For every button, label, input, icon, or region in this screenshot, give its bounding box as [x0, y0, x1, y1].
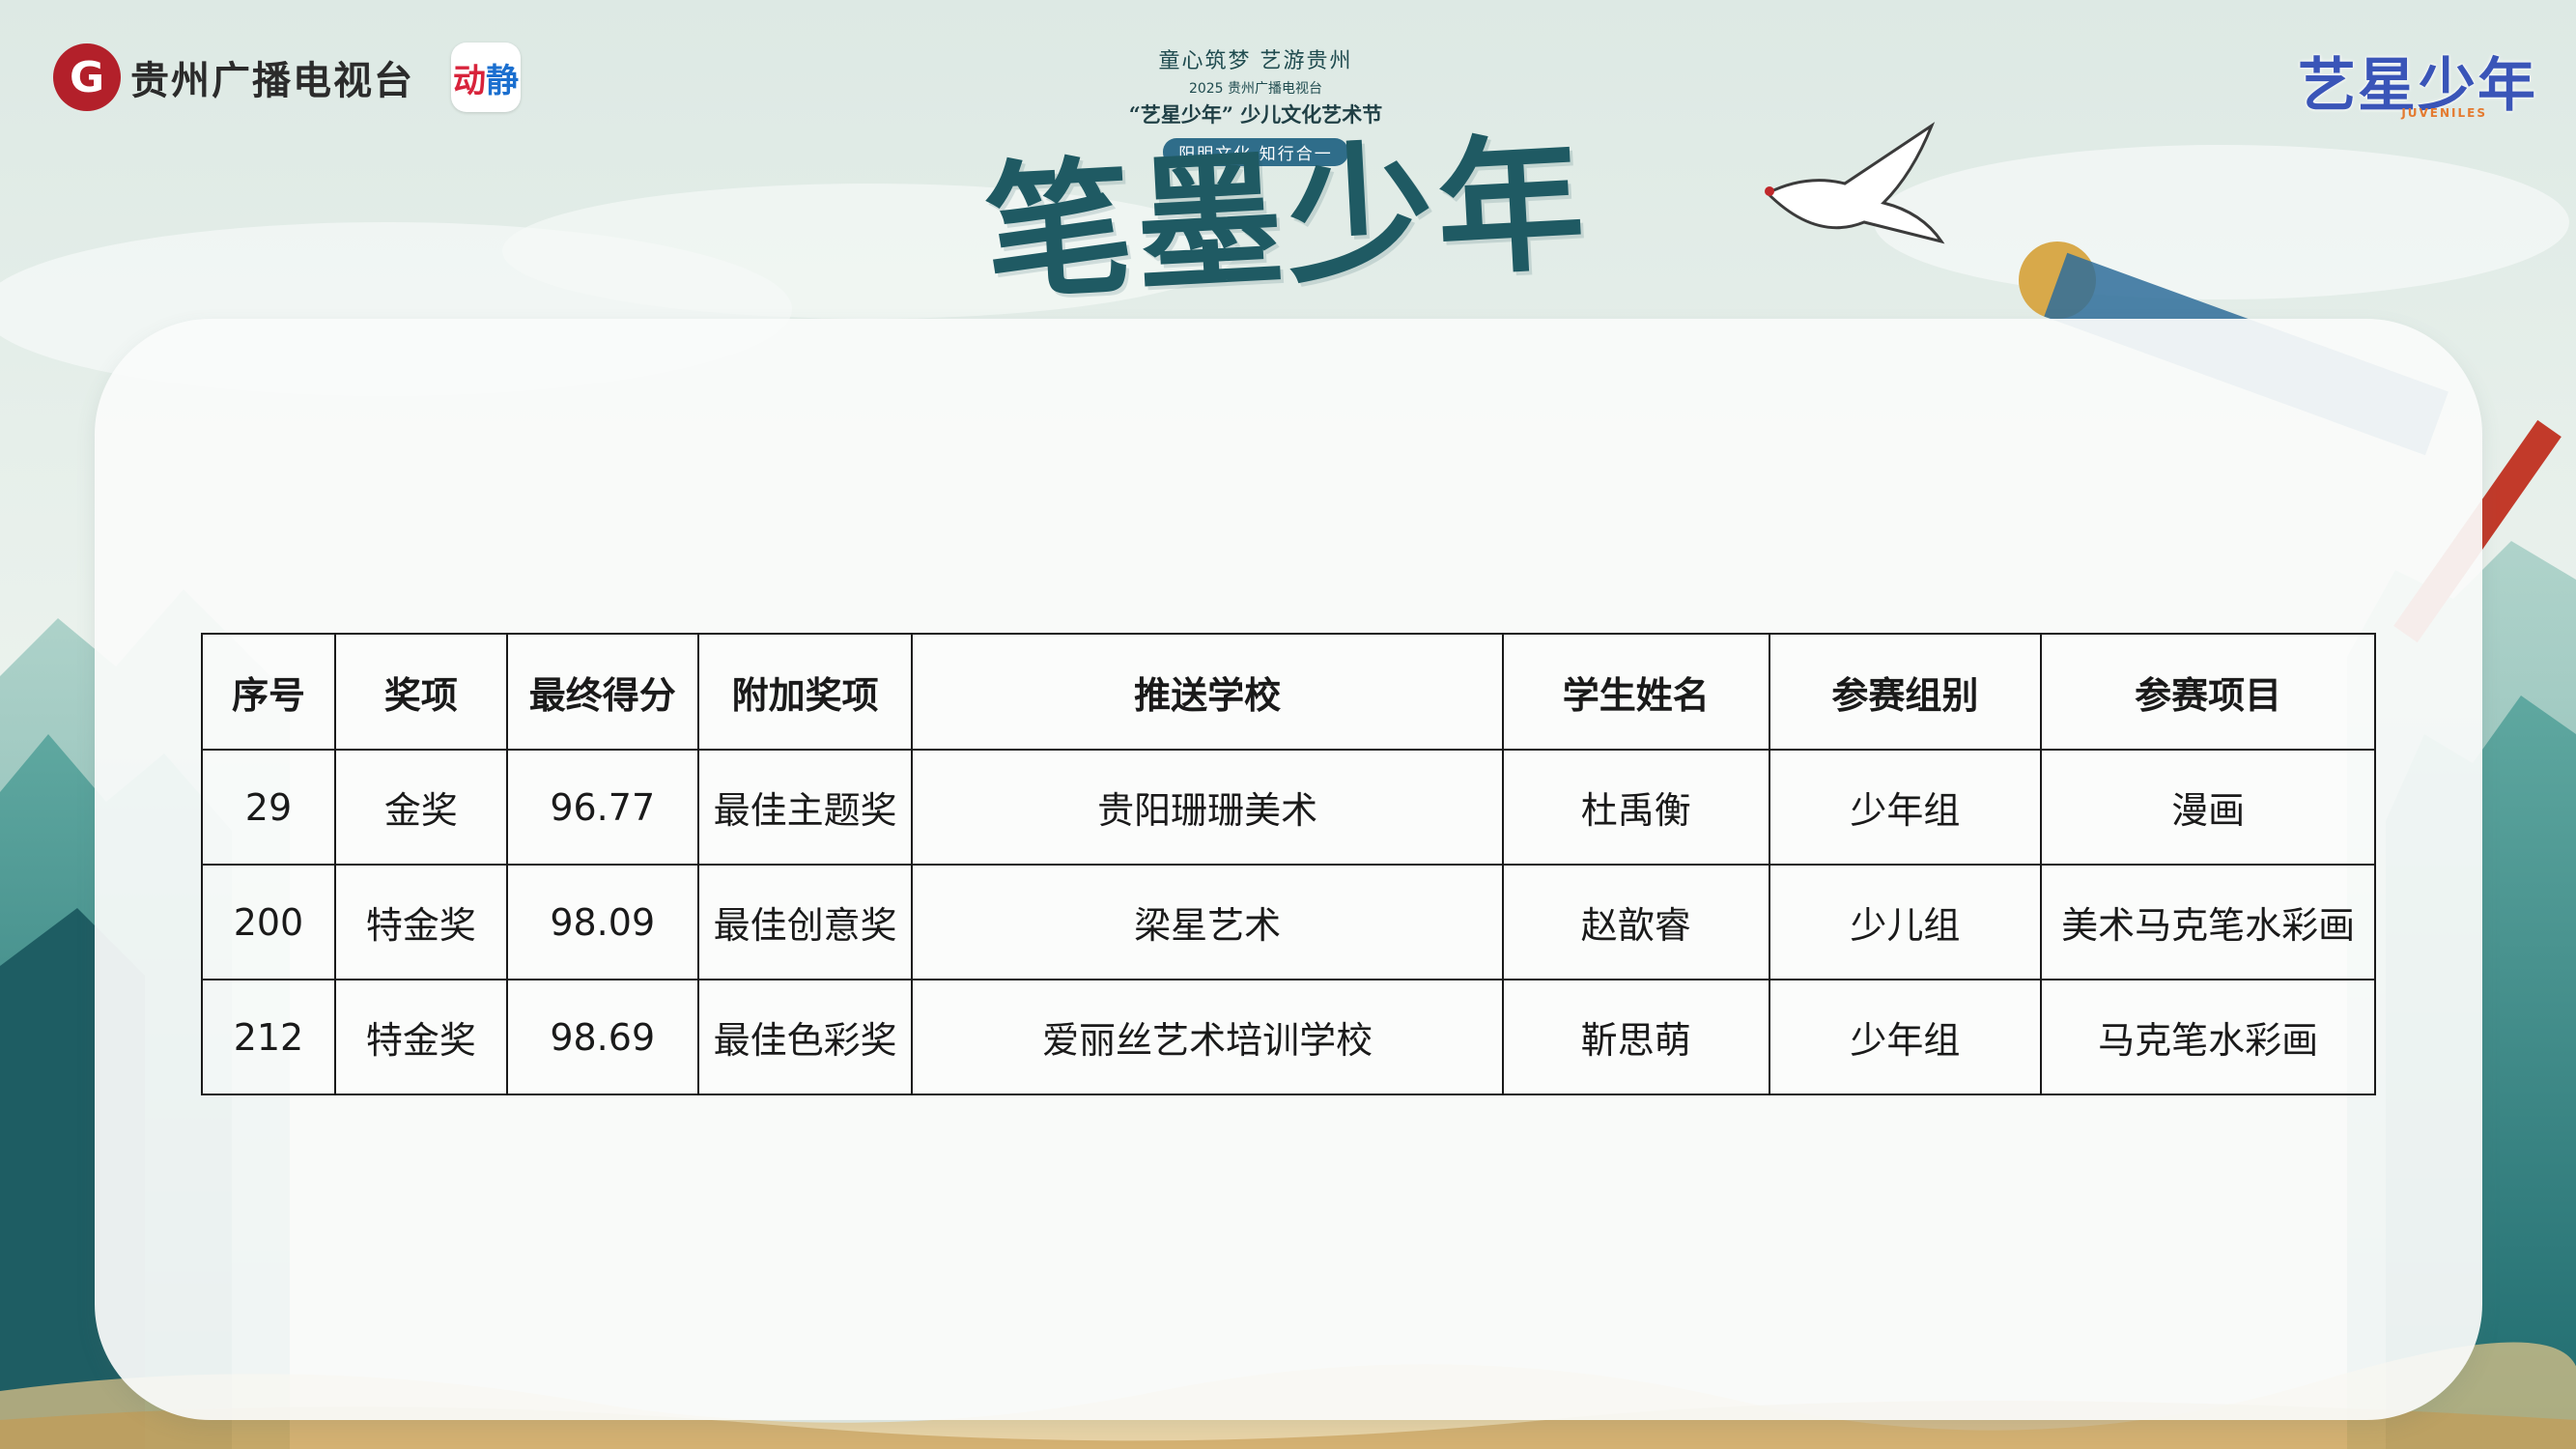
broadcaster-logo-icon: G — [53, 43, 121, 111]
table-cell: 最佳色彩奖 — [696, 979, 914, 1095]
header-cell: 推送学校 — [911, 633, 1504, 751]
awards-table: 序号 奖项 最终得分 附加奖项 推送学校 学生姓名 参赛组别 参赛项目 29 金… — [201, 633, 2376, 1095]
table-cell: 96.77 — [505, 749, 699, 866]
page-title: 笔墨少年 — [980, 115, 1593, 321]
brand-logo-right-sub: JUVENILES — [2401, 106, 2487, 120]
table-cell: 最佳创意奖 — [696, 864, 914, 980]
broadcaster-logo: G 贵州广播电视台 动静 — [53, 43, 521, 112]
event-organizer: 2025 贵州广播电视台 — [1188, 81, 1323, 97]
app-badge: 动静 — [451, 43, 521, 112]
table-cell: 爱丽丝艺术培训学校 — [911, 979, 1504, 1095]
table-cell: 少年组 — [1768, 749, 2043, 866]
app-badge-char-1: 动 — [453, 61, 486, 100]
table-cell: 特金奖 — [333, 979, 508, 1095]
table-cell: 金奖 — [333, 749, 508, 866]
header-cell: 序号 — [201, 633, 336, 751]
table-cell: 200 — [201, 864, 336, 980]
table-cell: 最佳主题奖 — [696, 749, 914, 866]
table-cell: 马克笔水彩画 — [2040, 979, 2376, 1095]
header-cell: 奖项 — [333, 633, 508, 751]
table-cell: 212 — [201, 979, 336, 1095]
header-cell: 最终得分 — [505, 633, 699, 751]
table-cell: 少儿组 — [1768, 864, 2043, 980]
table-cell: 漫画 — [2040, 749, 2376, 866]
table-row: 212 特金奖 98.69 最佳色彩奖 爱丽丝艺术培训学校 靳思萌 少年组 马克… — [201, 979, 2376, 1095]
event-slogan: 童心筑梦 艺游贵州 — [1158, 49, 1353, 73]
table-cell: 靳思萌 — [1501, 979, 1770, 1095]
broadcaster-name: 贵州广播电视台 — [130, 58, 414, 103]
table-cell: 美术马克笔水彩画 — [2040, 864, 2376, 980]
table-cell: 杜禹衡 — [1501, 749, 1770, 866]
header-cell: 参赛项目 — [2040, 633, 2376, 751]
table-cell: 梁星艺术 — [911, 864, 1504, 980]
table-row: 29 金奖 96.77 最佳主题奖 贵阳珊珊美术 杜禹衡 少年组 漫画 — [201, 749, 2376, 866]
header-cell: 学生姓名 — [1501, 633, 1770, 751]
table-cell: 特金奖 — [333, 864, 508, 980]
header-cell: 参赛组别 — [1768, 633, 2043, 751]
table-cell: 少年组 — [1768, 979, 2043, 1095]
app-badge-char-2: 静 — [486, 61, 519, 100]
table-cell: 赵歆睿 — [1501, 864, 1770, 980]
header-cell: 附加奖项 — [696, 633, 914, 751]
table-cell: 贵阳珊珊美术 — [911, 749, 1504, 866]
table-row: 200 特金奖 98.09 最佳创意奖 梁星艺术 赵歆睿 少儿组 美术马克笔水彩… — [201, 864, 2376, 980]
table-cell: 98.69 — [505, 979, 699, 1095]
table-cell: 29 — [201, 749, 336, 866]
table-header-row: 序号 奖项 最终得分 附加奖项 推送学校 学生姓名 参赛组别 参赛项目 — [201, 633, 2376, 751]
table-cell: 98.09 — [505, 864, 699, 980]
